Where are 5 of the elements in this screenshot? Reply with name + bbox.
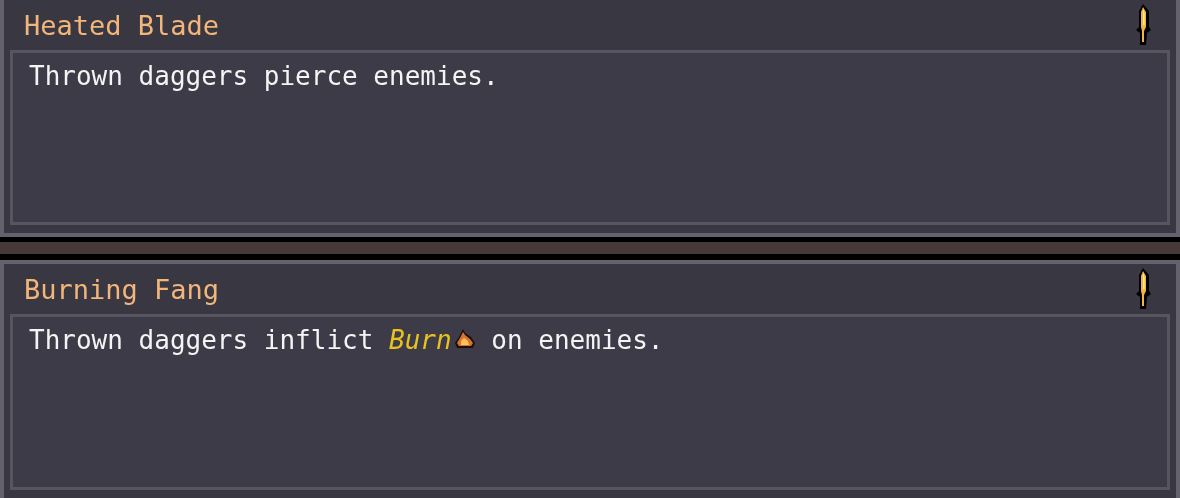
card-title: Heated Blade	[24, 9, 220, 41]
card-title: Burning Fang	[24, 273, 220, 305]
card-description: Thrown daggers inflict Burn on enemies.	[29, 325, 665, 355]
flame-icon	[453, 328, 476, 350]
card-description: Thrown daggers pierce enemies.	[29, 61, 500, 91]
